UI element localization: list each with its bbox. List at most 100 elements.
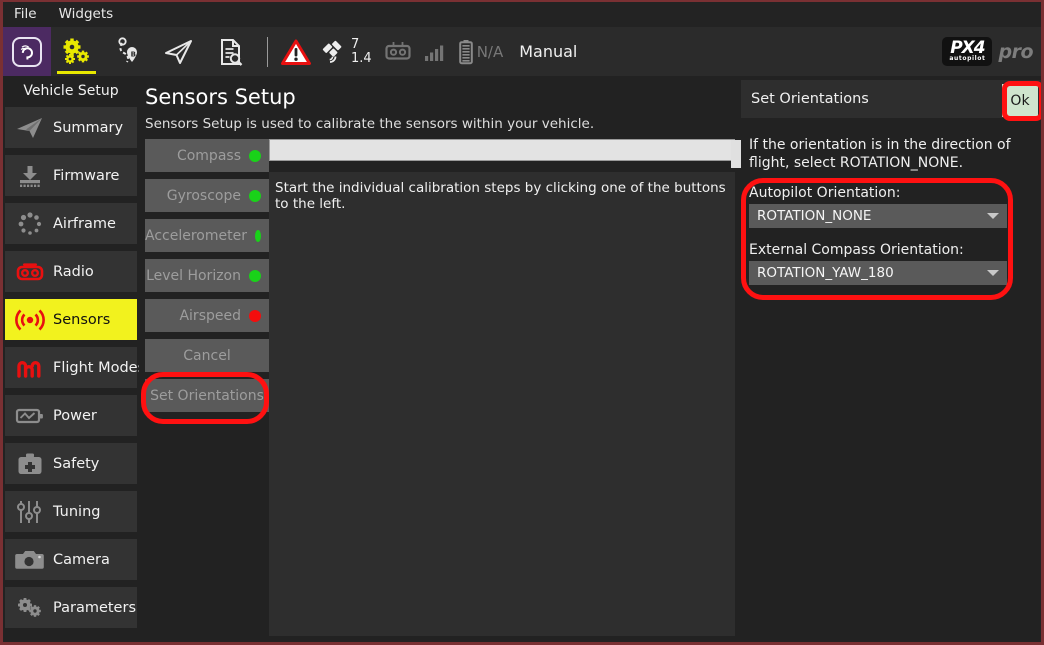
calibration-button-label: Set Orientations [150,387,264,404]
external-compass-orientation-label: External Compass Orientation: [749,242,964,258]
gps-readout: 7 1.4 [351,38,372,65]
compass-calibration-button[interactable]: Compass [145,139,269,172]
gps-satellite-count: 7 [351,37,360,53]
orientation-help-text: If the orientation is in the direction o… [749,137,1011,172]
sidebar-item-airframe[interactable]: Airframe [5,203,137,244]
toolbar-status-group: 7 1.4 N/A Manual [275,27,577,76]
external-compass-orientation-select[interactable]: ROTATION_YAW_180 [749,261,1007,285]
calibration-status-text: Start the individual calibration steps b… [275,180,726,212]
calibration-status-box: Start the individual calibration steps b… [269,172,735,636]
panel-title: Set Orientations [751,91,869,107]
menu-bar: File Widgets [3,2,1041,27]
sidebar-item-label: Tuning [53,503,101,520]
analyze-document-icon [220,38,242,66]
sidebar-item-label: Parameters [53,599,136,616]
menu-widgets[interactable]: Widgets [56,4,125,25]
signal-bars-icon[interactable] [424,42,444,62]
compass-status-dot [249,149,261,162]
qgroundcontrol-window: File Widgets B 7 1.4 N/A Manual PX4 auto… [0,0,1044,645]
gps-hdop-value: 1.4 [351,50,372,66]
set-orientations-panel: Set Orientations Ok If the orientation i… [731,76,1041,642]
svg-text:B: B [130,50,135,58]
battery-value: N/A [476,42,504,61]
px4-autopilot-text: autopilot [949,55,986,62]
sidebar-item-label: Summary [53,119,124,136]
radio-icon [13,257,47,287]
toolbar-plan[interactable]: B [102,27,153,76]
sidebar-item-label: Flight Modes [53,359,146,376]
autopilot-orientation-select[interactable]: ROTATION_NONE [749,204,1007,228]
calibration-button-label: Gyroscope [166,187,241,204]
toolbar-analyze[interactable] [204,27,255,76]
sidebar-item-tuning[interactable]: Tuning [5,491,137,532]
calibration-buttons-column: Compass Gyroscope Accelerometer Level Ho… [145,139,269,419]
sidebar-item-radio[interactable]: Radio [5,251,137,292]
sidebar-item-label: Camera [53,551,110,568]
px4-pro-logo: PX4 autopilot pro [942,37,1033,66]
menu-file[interactable]: File [11,4,48,25]
gyroscope-calibration-button[interactable]: Gyroscope [145,179,269,212]
toolbar-fly[interactable] [153,27,204,76]
set-orientations-button[interactable]: Set Orientations [145,379,269,412]
calibration-button-label: Accelerometer [145,227,247,244]
sidebar-item-power[interactable]: Power [5,395,137,436]
gears-icon [63,38,89,64]
warning-triangle-icon[interactable] [281,39,311,65]
power-battery-icon [13,401,47,431]
sidebar-item-flight-modes[interactable]: Flight Modes [5,347,145,388]
calibration-button-label: Airspeed [179,307,241,324]
accelerometer-status-dot [254,229,261,242]
paper-plane-icon [13,113,47,143]
fly-paper-plane-icon [164,39,192,64]
calibration-button-label: Level Horizon [146,267,241,284]
sidebar-item-label: Airframe [53,215,116,232]
sidebar-item-label: Power [53,407,97,424]
cancel-button[interactable]: Cancel [145,339,269,372]
sidebar-item-label: Radio [53,263,94,280]
calibration-button-label: Cancel [183,347,231,364]
panel-scrollbar-thumb[interactable] [731,140,741,168]
page-title: Sensors Setup [145,85,296,109]
external-compass-orientation-group: External Compass Orientation: ROTATION_Y… [749,242,1007,285]
page-subtitle: Sensors Setup is used to calibrate the s… [145,116,595,132]
accelerometer-calibration-button[interactable]: Accelerometer [145,219,269,252]
airspeed-calibration-button[interactable]: Airspeed [145,299,269,332]
gears-icon [13,593,47,623]
sidebar-item-safety[interactable]: Safety [5,443,137,484]
sensors-setup-page: Sensors Setup Sensors Setup is used to c… [139,76,735,642]
sidebar-item-parameters[interactable]: Parameters [5,587,137,628]
gyroscope-status-dot [249,189,261,202]
calibration-progress-bar [269,139,735,161]
toolbar-vehicle-setup[interactable] [51,27,102,76]
airspeed-status-dot [249,309,261,322]
px4-pro-text: pro [998,40,1033,63]
sliders-icon [13,497,47,527]
vehicle-setup-sidebar: Vehicle Setup Summary Firmware Airframe … [3,76,145,642]
battery-icon[interactable] [458,39,474,65]
main-toolbar: B 7 1.4 N/A Manual PX4 autopilot pro [3,27,1041,76]
flight-modes-icon [13,353,47,383]
sidebar-item-camera[interactable]: Camera [5,539,137,580]
rc-transmitter-icon[interactable] [384,41,412,63]
sidebar-title: Vehicle Setup [23,83,119,99]
panel-header: Set Orientations Ok [741,80,1041,118]
airframe-icon [13,209,47,239]
sidebar-item-summary[interactable]: Summary [5,107,137,148]
safety-kit-icon [13,449,47,479]
plan-waypoints-icon: B [117,36,137,62]
sidebar-item-label: Sensors [53,311,111,328]
qgroundcontrol-logo-icon[interactable] [3,27,51,76]
flight-mode-label[interactable]: Manual [519,42,577,61]
sidebar-item-firmware[interactable]: Firmware [5,155,137,196]
satellite-icon[interactable] [321,39,349,65]
toolbar-divider [267,36,268,67]
chevron-down-icon [987,270,999,276]
level-horizon-calibration-button[interactable]: Level Horizon [145,259,269,292]
qgc-swirl-icon [20,44,33,59]
autopilot-orientation-value: ROTATION_NONE [757,208,872,224]
sidebar-item-sensors[interactable]: Sensors [5,299,137,340]
sidebar-item-label: Firmware [53,167,120,184]
calibration-button-label: Compass [176,147,241,164]
level-horizon-status-dot [249,269,261,282]
ok-button[interactable]: Ok [1002,84,1038,117]
